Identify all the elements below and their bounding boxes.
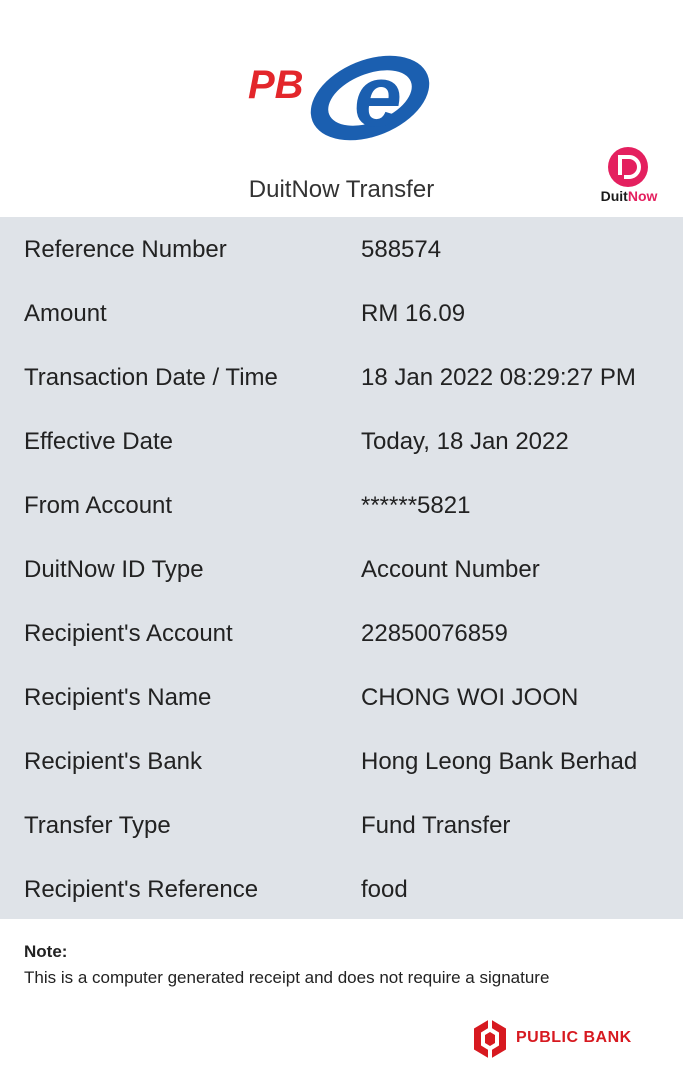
detail-value: Hong Leong Bank Berhad [361,748,638,775]
detail-row-recipient-bank: Recipient's Bank Hong Leong Bank Berhad [0,730,683,794]
public-bank-name: PUBLIC BANK [516,1029,632,1046]
detail-label: Recipient's Name [24,684,212,711]
duitnow-brand-part2: Now [627,188,658,204]
detail-row-effective-date: Effective Date Today, 18 Jan 2022 [0,410,683,474]
detail-value: 22850076859 [361,620,508,647]
detail-row-duitnow-id-type: DuitNow ID Type Account Number [0,538,683,602]
page-title: DuitNow Transfer [248,176,435,203]
detail-value: Today, 18 Jan 2022 [361,428,569,455]
public-bank-logo: PUBLIC BANK [472,1018,672,1060]
detail-value: food [361,876,408,903]
detail-label: Recipient's Bank [24,748,203,775]
detail-value: Account Number [361,556,540,583]
detail-label: Effective Date [24,428,173,455]
duitnow-brand-text: DuitNow [590,188,668,204]
detail-value: ******5821 [361,492,471,519]
detail-label: From Account [24,492,173,519]
detail-value: Fund Transfer [361,812,511,839]
detail-label: Recipient's Reference [24,876,259,903]
detail-row-transfer-type: Transfer Type Fund Transfer [0,794,683,858]
note-title: Note: [24,942,68,961]
detail-label: Transaction Date / Time [24,364,278,391]
detail-row-amount: Amount RM 16.09 [0,282,683,346]
transaction-details-panel: Reference Number 588574 Amount RM 16.09 … [0,217,683,919]
detail-value: CHONG WOI JOON [361,684,579,711]
detail-value: RM 16.09 [361,300,466,327]
detail-row-reference-number: Reference Number 588574 [0,218,683,282]
detail-value: 18 Jan 2022 08:29:27 PM [361,364,636,391]
duitnow-logo-icon [607,146,649,188]
detail-row-from-account: From Account ******5821 [0,474,683,538]
detail-row-recipient-account: Recipient's Account 22850076859 [0,602,683,666]
detail-label: Amount [24,300,107,327]
public-bank-emblem-icon [472,1018,508,1060]
detail-label: Reference Number [24,236,227,263]
pbe-logo-text: PB [248,63,304,107]
detail-row-recipient-name: Recipient's Name CHONG WOI JOON [0,666,683,730]
detail-row-transaction-datetime: Transaction Date / Time 18 Jan 2022 08:2… [0,346,683,410]
detail-label: Recipient's Account [24,620,233,647]
pbe-logo-icon: e PB [248,52,438,144]
duitnow-logo: DuitNow [590,146,668,208]
detail-row-recipient-reference: Recipient's Reference food [0,858,683,922]
note-text: This is a computer generated receipt and… [24,968,550,987]
detail-value: 588574 [361,236,442,263]
detail-label: Transfer Type [24,812,171,839]
pbe-logo-mark: e [354,52,402,144]
duitnow-brand-part1: Duit [600,188,628,204]
detail-label: DuitNow ID Type [24,556,204,583]
